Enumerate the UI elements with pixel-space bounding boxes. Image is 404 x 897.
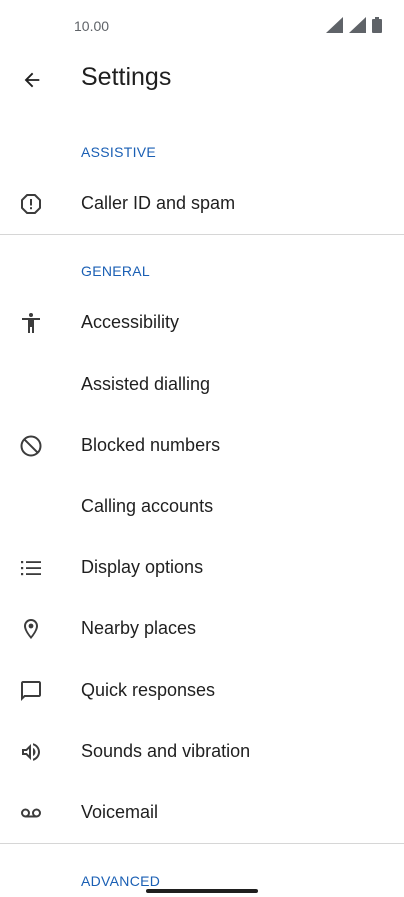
section-header-advanced: ADVANCED [81,873,161,889]
settings-item-label: Voicemail [81,802,159,822]
settings-item-caller-id[interactable]: Caller ID and spam [0,173,404,234]
settings-item-display-options[interactable]: Display options [0,537,404,598]
accessibility-icon [18,310,44,336]
home-indicator[interactable] [146,889,258,893]
settings-item-label: Display options [81,557,204,577]
settings-item-label: Quick responses [81,680,216,700]
section-divider [0,843,404,844]
battery-icon [372,17,382,33]
settings-item-label: Nearby places [81,618,197,638]
arrow-back-icon [24,72,40,88]
list-icon [18,555,44,581]
settings-item-label: Sounds and vibration [81,741,251,761]
settings-item-calling-accounts[interactable]: Calling accounts [0,476,404,537]
page-title: Settings [81,63,172,91]
section-header-assistive: ASSISTIVE [81,144,157,160]
signal-icon [326,17,343,33]
volume-icon [18,739,44,765]
chat-bubble-icon [18,678,44,704]
settings-item-label: Caller ID and spam [81,193,236,213]
location-pin-icon [18,616,44,642]
settings-item-quick-responses[interactable]: Quick responses [0,660,404,721]
settings-item-accessibility[interactable]: Accessibility [0,292,404,353]
signal-icon [349,17,366,33]
voicemail-icon [18,800,44,826]
block-icon [18,433,44,459]
settings-item-label: Calling accounts [81,496,214,516]
settings-item-nearby-places[interactable]: Nearby places [0,598,404,659]
section-header-general: GENERAL [81,263,151,279]
status-time: 10.00 [74,18,110,34]
settings-item-blocked-numbers[interactable]: Blocked numbers [0,415,404,476]
settings-item-assisted-dialling[interactable]: Assisted dialling [0,354,404,415]
settings-item-voicemail[interactable]: Voicemail [0,782,404,843]
settings-item-label: Accessibility [81,312,180,332]
status-icons [326,17,382,33]
back-button[interactable] [16,64,48,96]
settings-item-sounds-vibration[interactable]: Sounds and vibration [0,721,404,782]
settings-item-label: Blocked numbers [81,435,221,455]
status-bar: 10.00 [0,0,404,52]
app-bar: Settings [0,52,404,104]
alert-octagon-icon [18,191,44,217]
settings-item-label: Assisted dialling [81,374,211,394]
section-divider [0,234,404,235]
